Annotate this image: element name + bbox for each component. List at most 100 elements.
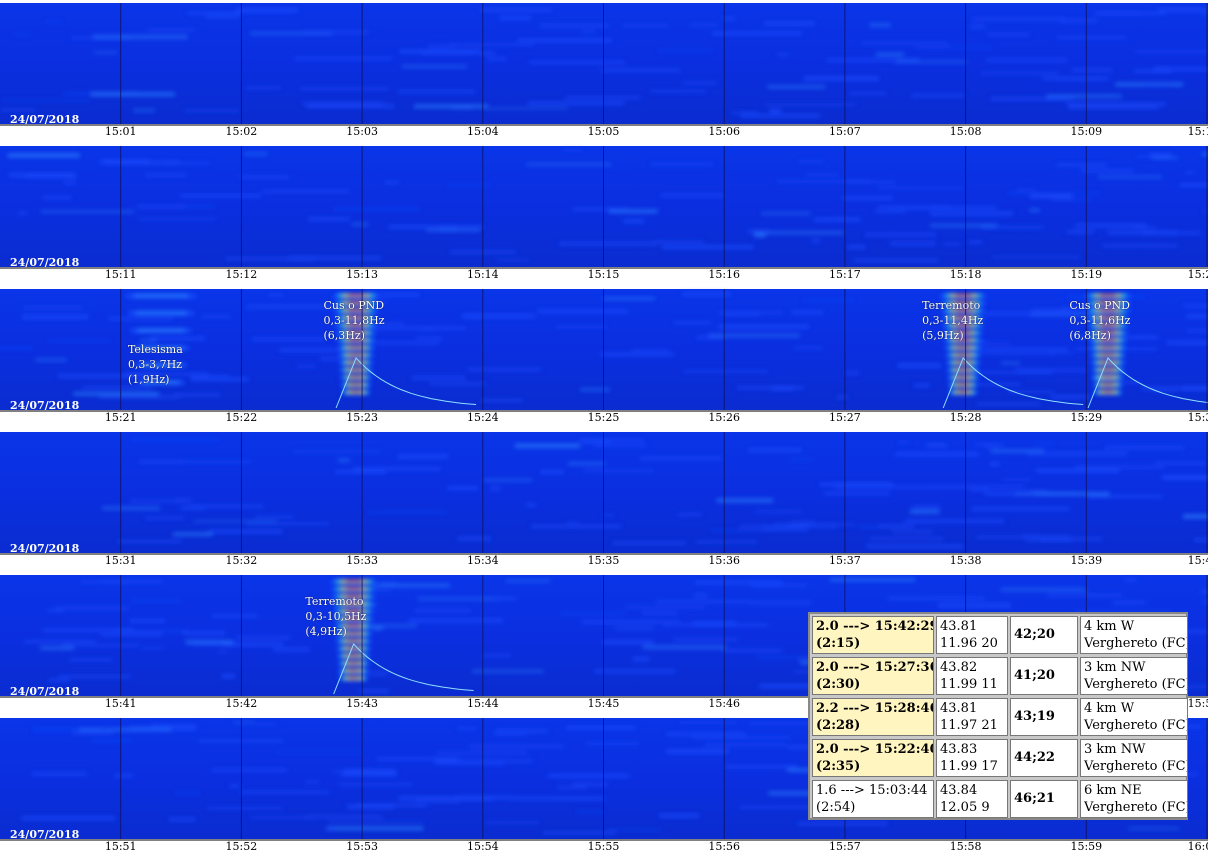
noise-streak [614, 627, 655, 630]
noise-streak [334, 207, 420, 211]
noise-streak [1056, 163, 1107, 167]
noise-streak [319, 357, 368, 361]
noise-streak [663, 624, 674, 626]
quake-magnitude-time: 2.2 ---> 15:28:46 (2:28) [812, 698, 934, 736]
event-band [1102, 383, 1114, 386]
noise-streak [261, 189, 351, 193]
noise-streak [678, 721, 738, 724]
noise-streak [510, 796, 606, 800]
time-tick-label: 15:4 [1187, 554, 1208, 567]
noise-streak [35, 358, 67, 361]
annotation-line: Cus o PND [323, 299, 385, 312]
noise-streak [398, 796, 493, 800]
quake-magnitude-time: 2.0 ---> 15:42:29 (2:15) [812, 616, 934, 654]
time-tick-label: 15:08 [949, 125, 982, 138]
noise-streak [813, 217, 861, 222]
noise-streak [556, 785, 587, 789]
event-band [1101, 346, 1115, 349]
noise-streak [926, 443, 948, 447]
time-tick-label: 15:19 [1070, 268, 1103, 281]
noise-streak [483, 479, 533, 482]
quake-row: 1.6 ---> 15:03:44 (2:54) 43.84 12.05 9 46;… [812, 780, 1188, 820]
noise-streak [224, 257, 315, 261]
noise-streak [711, 529, 809, 532]
noise-streak [895, 60, 968, 63]
annotation-line: 0,3-11,8Hz [323, 314, 385, 327]
noise-streak [798, 160, 824, 163]
noise-streak [641, 611, 678, 615]
time-tick-label: 15:24 [466, 411, 499, 424]
event-band [955, 294, 972, 297]
noise-streak [793, 346, 824, 349]
noise-streak [1035, 469, 1120, 473]
noise-streak [1031, 309, 1068, 312]
quake-location: 4 km W Verghereto (FC) [1080, 616, 1188, 654]
noise-streak [971, 507, 1070, 511]
noise-streak [505, 579, 551, 583]
noise-streak [1046, 594, 1123, 597]
noise-streak [187, 11, 240, 15]
noise-streak [878, 524, 916, 528]
noise-streak [367, 511, 448, 514]
noise-streak [100, 633, 162, 637]
noise-streak [660, 194, 724, 197]
noise-streak [480, 399, 524, 402]
noise-streak [1101, 244, 1179, 247]
noise-streak [436, 752, 529, 755]
noise-streak [525, 503, 537, 507]
noise-streak [1059, 18, 1098, 23]
noise-streak [201, 315, 231, 318]
noise-streak [174, 393, 222, 397]
noise-streak [593, 444, 647, 447]
noise-streak [246, 522, 330, 525]
noise-streak [722, 649, 783, 652]
quake-row: 2.0 ---> 15:27:36 (2:30) 43.82 11.99 11 41… [812, 657, 1188, 697]
noise-streak [1066, 102, 1167, 106]
noise-streak [305, 780, 320, 784]
noise-streak [869, 537, 945, 540]
quake-coordinates: 43.81 11.97 21 [936, 698, 1008, 736]
quake-coordinates: 43.84 12.05 9 [936, 780, 1008, 818]
noise-streak [397, 90, 476, 93]
noise-streak [625, 606, 706, 609]
noise-streak [334, 470, 386, 474]
spectrogram-strip: 24/07/2018 15:31 15:32 15:33 15:34 15:35 15:36… [0, 429, 1208, 572]
date-label: 24/07/2018 [10, 828, 80, 841]
noise-streak [730, 111, 759, 114]
noise-streak [1080, 169, 1134, 172]
quake-depth: 44;22 [1010, 739, 1078, 777]
noise-streak [397, 454, 449, 459]
noise-streak [299, 87, 390, 90]
noise-streak [21, 816, 116, 820]
noise-streak [666, 732, 746, 736]
noise-streak [144, 173, 187, 177]
noise-streak [151, 724, 197, 728]
noise-streak [341, 772, 398, 777]
noise-streak [359, 689, 389, 693]
noise-streak [517, 39, 612, 42]
noise-streak [31, 772, 88, 776]
noise-streak [869, 23, 891, 27]
noise-streak [388, 225, 484, 229]
noise-streak [622, 219, 645, 223]
quake-location: 6 km NE Verghereto (FC) [1080, 780, 1188, 818]
noise-streak [969, 347, 1068, 351]
noise-streak [145, 516, 185, 520]
noise-streak [1029, 209, 1040, 212]
time-tick-label: 16:0 [1187, 840, 1208, 853]
time-tick-label: 15:39 [1070, 554, 1103, 567]
noise-streak [1000, 588, 1087, 591]
time-tick-label: 15:02 [225, 125, 258, 138]
noise-streak [188, 505, 264, 508]
noise-streak [1055, 36, 1128, 39]
noise-streak [897, 440, 909, 444]
noise-streak [47, 678, 70, 682]
noise-streak [273, 648, 310, 651]
noise-streak [692, 736, 791, 739]
noise-streak [943, 243, 961, 246]
noise-streak [969, 25, 986, 29]
noise-streak [791, 311, 824, 314]
noise-streak [695, 336, 725, 340]
noise-streak [678, 513, 702, 516]
time-tick-label: 15:23 [346, 411, 378, 424]
